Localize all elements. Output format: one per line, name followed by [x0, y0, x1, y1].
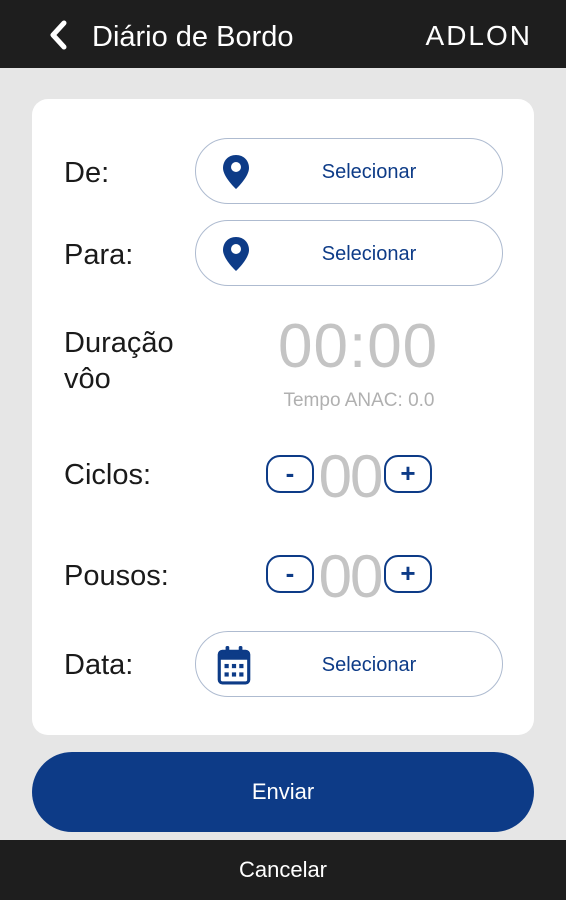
send-button[interactable]: Enviar — [32, 752, 534, 832]
landings-minus-button[interactable]: - — [266, 555, 314, 593]
date-select-label: Selecionar — [321, 654, 417, 676]
cycles-plus-button[interactable]: + — [384, 455, 432, 493]
duration-label-line2: vôo — [64, 363, 111, 395]
from-select-label: Selecionar — [321, 161, 417, 183]
chevron-left-icon — [50, 20, 67, 50]
duration-label: Duração vôo — [64, 325, 174, 397]
to-select-button[interactable]: Selecionar — [195, 220, 503, 286]
anac-time: Tempo ANAC: 0.0 — [283, 390, 435, 411]
duration-label-line1: Duração — [64, 327, 174, 359]
page-title: Diário de Bordo — [92, 21, 294, 53]
landings-value: 00 — [318, 543, 384, 610]
from-select-button[interactable]: Selecionar — [195, 138, 503, 204]
cycles-minus-button[interactable]: - — [266, 455, 314, 493]
brand-logo: ADLON — [425, 20, 532, 51]
date-label: Data: — [64, 649, 134, 681]
duration-value[interactable]: 00:00 — [278, 312, 438, 382]
cancel-button[interactable]: Cancelar — [0, 840, 566, 900]
landings-label: Pousos: — [64, 560, 169, 592]
cycles-value: 00 — [318, 443, 384, 510]
form-card: De: Selecionar Para: Selecionar Duração … — [32, 99, 534, 735]
to-select-label: Selecionar — [321, 243, 417, 265]
back-button[interactable] — [44, 18, 76, 52]
to-label: Para: — [64, 239, 134, 271]
date-select-button[interactable]: Selecionar — [195, 631, 503, 697]
from-label: De: — [64, 157, 110, 189]
cycles-label: Ciclos: — [64, 459, 152, 491]
landings-plus-button[interactable]: + — [384, 555, 432, 593]
top-bar: Diário de Bordo ADLON — [0, 0, 566, 68]
